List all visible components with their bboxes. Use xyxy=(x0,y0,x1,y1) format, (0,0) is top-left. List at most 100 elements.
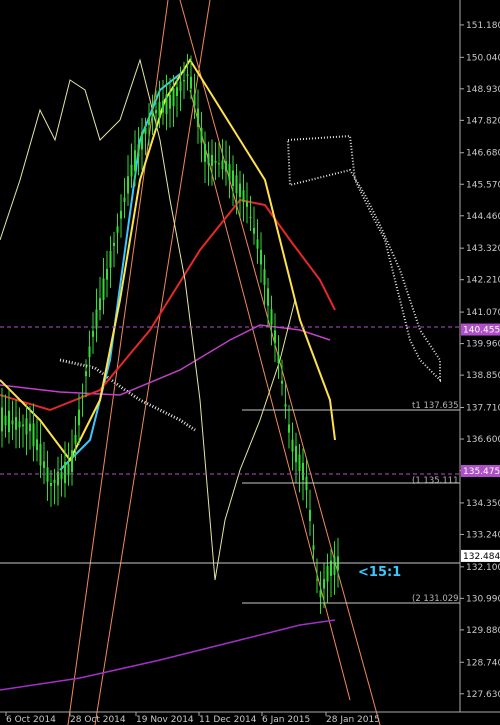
candle-body xyxy=(130,164,133,177)
candle-body xyxy=(165,94,168,115)
y-tick-label: 142.210 xyxy=(466,276,500,286)
candle-body xyxy=(270,309,273,325)
candle-body xyxy=(36,439,38,451)
candle-body xyxy=(78,409,80,426)
candle-body xyxy=(148,116,150,125)
candle-body xyxy=(323,579,325,589)
candle-body xyxy=(214,160,217,163)
candle-body xyxy=(298,454,301,472)
candle-body xyxy=(106,268,108,280)
candle-body xyxy=(211,154,213,166)
candle-body xyxy=(71,450,73,473)
candle-body xyxy=(200,127,203,143)
candle-body xyxy=(256,239,259,249)
y-tick-label: 144.460 xyxy=(466,212,500,222)
y-tick-label: 137.710 xyxy=(466,403,500,413)
candle-body xyxy=(81,395,84,397)
candle-body xyxy=(197,108,199,127)
candle-body xyxy=(169,94,171,109)
y-tick-label: 147.820 xyxy=(466,116,500,126)
candle-body xyxy=(53,479,56,484)
candle-body xyxy=(291,439,294,452)
candle-body xyxy=(263,269,266,286)
candle-body xyxy=(134,150,136,172)
candle-body xyxy=(11,420,14,425)
candle-body xyxy=(218,163,220,165)
candle-body xyxy=(176,87,178,96)
candle-body xyxy=(25,418,28,435)
candle-body xyxy=(127,176,129,194)
candle-body xyxy=(1,407,3,432)
candle-body xyxy=(228,164,231,181)
candle-body xyxy=(144,127,147,134)
candle-body xyxy=(39,443,42,466)
candle-body xyxy=(232,170,234,187)
price-tag-label: 135.475 xyxy=(463,467,500,477)
y-tick-label: 130.990 xyxy=(466,594,500,604)
level-label-t1: t1 137.635 xyxy=(412,401,459,411)
candle-body xyxy=(295,446,297,463)
candle-body xyxy=(155,110,157,114)
candle-body xyxy=(22,424,24,427)
candle-body xyxy=(179,81,182,91)
y-tick-label: 145.570 xyxy=(466,180,500,190)
candle-body xyxy=(162,100,164,113)
candle-body xyxy=(253,227,255,234)
y-tick-label: 132.100 xyxy=(466,563,500,573)
candle-body xyxy=(326,566,329,582)
candle-body xyxy=(249,216,252,219)
level-label-1: (1 135.111 xyxy=(412,476,459,486)
candle-body xyxy=(109,251,112,268)
candle-body xyxy=(225,161,227,172)
candle-body xyxy=(123,197,126,203)
candle-body xyxy=(50,482,52,486)
y-tick-label: 151.180 xyxy=(466,21,500,31)
candle-body xyxy=(18,421,21,428)
candle-body xyxy=(193,94,196,106)
candle-body xyxy=(246,201,248,207)
candle-body xyxy=(43,461,45,468)
x-tick-label: 6 Oct 2014 xyxy=(6,715,56,725)
price-tag-label: 140.455 xyxy=(463,326,500,336)
candle-body xyxy=(102,278,105,301)
candle-body xyxy=(92,331,94,337)
candle-body xyxy=(99,298,101,311)
candle-body xyxy=(207,153,210,165)
y-tick-label: 150.040 xyxy=(466,53,500,63)
candle-body xyxy=(281,380,283,384)
candle-body xyxy=(116,226,119,233)
candle-body xyxy=(302,462,304,480)
y-tick-label: 138.850 xyxy=(466,371,500,381)
candle-body xyxy=(267,288,269,306)
candle-body xyxy=(221,160,224,170)
candle-body xyxy=(15,416,17,430)
y-tick-label: 134.350 xyxy=(466,499,500,509)
candle-body xyxy=(172,88,175,107)
candle-body xyxy=(141,132,143,150)
candle-body xyxy=(88,346,91,358)
candle-body xyxy=(277,354,280,364)
y-tick-label: 146.680 xyxy=(466,149,500,159)
x-tick-label: 28 Jan 2015 xyxy=(326,715,380,725)
candle-body xyxy=(312,545,315,550)
candle-body xyxy=(85,371,87,377)
candle-body xyxy=(64,461,66,484)
candle-body xyxy=(319,590,322,598)
candle-body xyxy=(67,463,70,476)
candle-body xyxy=(137,144,140,157)
candle-body xyxy=(204,143,206,162)
candle-body xyxy=(95,309,98,329)
y-tick-label: 139.960 xyxy=(466,340,500,350)
level-label-2: (2 131.029 xyxy=(412,594,459,604)
x-tick-label: 6 Jan 2015 xyxy=(262,715,310,725)
price-chart: t1 137.635 (1 135.111 (2 131.029 <15:1 1… xyxy=(0,0,500,725)
candle-body xyxy=(32,423,35,447)
candle-body xyxy=(274,330,276,344)
candle-body xyxy=(186,74,189,76)
candle-body xyxy=(260,249,262,265)
candle-body xyxy=(183,79,185,82)
candle-body xyxy=(120,210,122,219)
price-tag-label: 132.484 xyxy=(463,552,500,562)
candle-body xyxy=(190,76,192,89)
candle-body xyxy=(288,424,290,433)
